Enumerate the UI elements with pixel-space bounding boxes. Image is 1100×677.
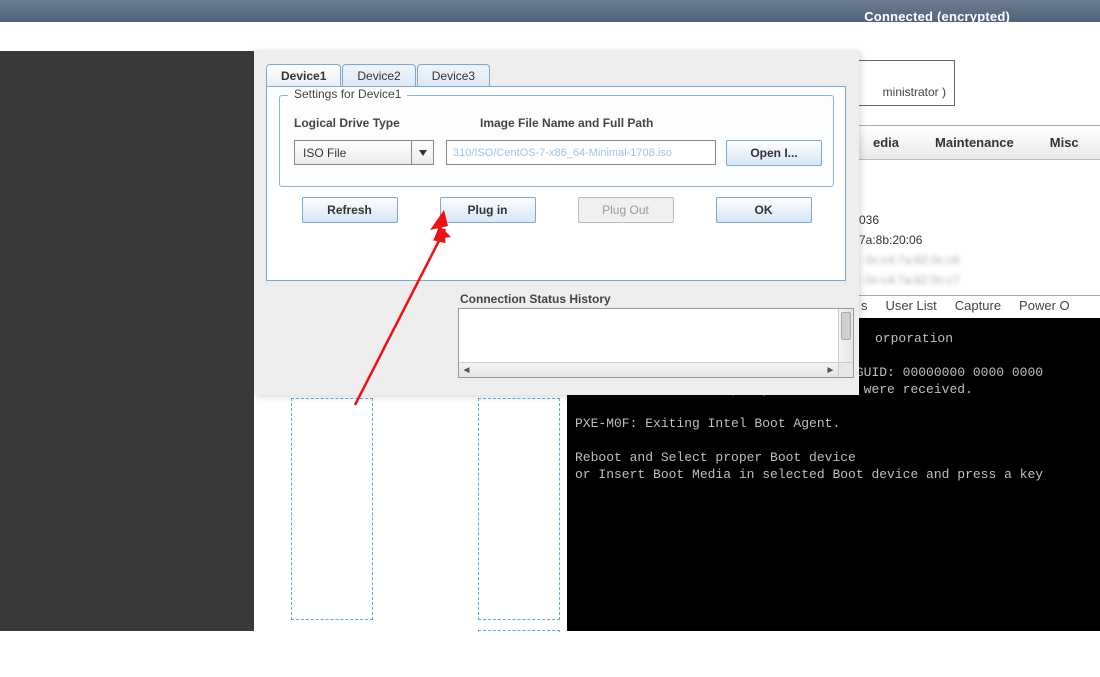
tab-device1[interactable]: Device1 — [266, 64, 341, 87]
menu-item-maintenance[interactable]: Maintenance — [917, 126, 1032, 159]
drive-type-value: ISO File — [295, 146, 346, 160]
image-path-value: 310/ISO/CentOS-7-x86_64-Minimal-1708.iso — [453, 147, 672, 159]
console-rb2: or Insert Boot Media in selected Boot de… — [575, 467, 1043, 482]
scroll-right-icon[interactable]: ► — [823, 363, 838, 377]
virtual-media-dialog: Device1 Device2 Device3 Settings for Dev… — [254, 50, 859, 395]
toolbar-userlist[interactable]: User List — [886, 298, 937, 313]
scroll-left-icon[interactable]: ◄ — [459, 363, 474, 377]
tab-device2[interactable]: Device2 — [342, 64, 415, 87]
history-box[interactable]: ◄ ► — [458, 308, 854, 378]
history-label: Connection Status History — [460, 292, 611, 306]
toolbar-capture[interactable]: Capture — [955, 298, 1001, 313]
scroll-thumb[interactable] — [841, 312, 851, 340]
connection-status: Connected (encrypted) — [864, 9, 1010, 24]
system-info: 036 7a:8b:20:06 : 0c:c4:7a:82:0c:c6 : 0c… — [855, 210, 960, 290]
open-image-button[interactable]: Open I... — [726, 140, 822, 166]
tab-device3[interactable]: Device3 — [417, 64, 490, 87]
console-pxe2: PXE-M0F: Exiting Intel Boot Agent. — [575, 416, 840, 431]
fieldset-legend: Settings for Device1 — [288, 87, 407, 101]
drive-type-label: Logical Drive Type — [294, 116, 400, 130]
sysinfo-line2: 7a:8b:20:06 — [855, 230, 922, 250]
remote-toolbar: s User List Capture Power O — [855, 295, 1100, 315]
plugout-button: Plug Out — [578, 197, 674, 223]
menu-item-media[interactable]: edia — [855, 126, 917, 159]
toolbar-partial[interactable]: s — [861, 298, 868, 313]
image-path-input[interactable]: 310/ISO/CentOS-7-x86_64-Minimal-1708.iso — [446, 140, 716, 165]
ok-button[interactable]: OK — [716, 197, 812, 223]
menu-item-misc[interactable]: Misc — [1032, 126, 1097, 159]
user-info-text: ministrator ) — [883, 85, 946, 99]
horizontal-scrollbar[interactable]: ◄ ► — [459, 362, 838, 377]
doc-placeholder — [478, 398, 560, 620]
doc-placeholder — [478, 630, 560, 632]
scroll-corner — [838, 362, 853, 377]
plugin-button[interactable]: Plug in — [440, 197, 536, 223]
toolbar-power[interactable]: Power O — [1019, 298, 1070, 313]
vertical-scrollbar[interactable] — [838, 309, 853, 362]
doc-placeholder — [291, 398, 373, 620]
main-menu: edia Maintenance Misc — [855, 125, 1100, 160]
left-panel — [0, 51, 254, 631]
sysinfo-blur1: : 0c:c4:7a:82:0c:c6 — [855, 250, 960, 270]
refresh-button[interactable]: Refresh — [302, 197, 398, 223]
chevron-down-icon — [411, 141, 433, 164]
drive-type-select[interactable]: ISO File — [294, 140, 434, 165]
sysinfo-blur2: : 0c:c4:7a:82:0c:c7 — [855, 270, 960, 290]
console-rb1: Reboot and Select proper Boot device — [575, 450, 856, 465]
image-path-label: Image File Name and Full Path — [480, 116, 653, 130]
